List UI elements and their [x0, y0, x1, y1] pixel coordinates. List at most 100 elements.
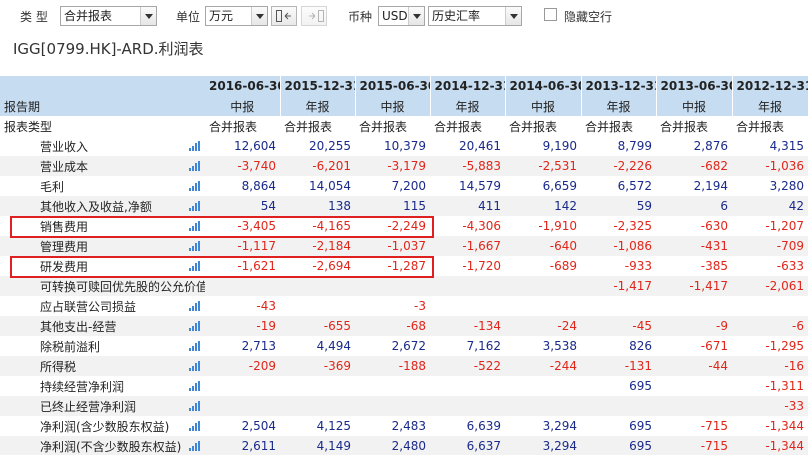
- hide-empty-checkbox[interactable]: [544, 8, 557, 21]
- expand-columns-button[interactable]: [301, 6, 327, 26]
- table-cell: 3,294: [505, 416, 581, 436]
- period-date[interactable]: 2012-12-31: [732, 76, 808, 96]
- period-type: 中报: [355, 96, 431, 116]
- table-row: 毛利 8,864 14,054 7,200 14,579 6,659 6,572 2,194 3…: [0, 176, 808, 196]
- row-label: 可转换可赎回优先股的公允价值: [0, 276, 205, 296]
- table-cell: -385: [656, 256, 732, 276]
- mini-chart-icon[interactable]: [189, 421, 200, 431]
- period-date[interactable]: 2015-12-31: [280, 76, 356, 96]
- table-row: 持续经营净利润 695 -1,311: [0, 376, 808, 396]
- table-cell: [505, 276, 581, 296]
- table-cell: -1,621: [205, 256, 280, 276]
- mini-chart-icon[interactable]: [189, 221, 200, 231]
- table-row: 应占联营公司损益 -43 -3: [0, 296, 808, 316]
- rate-select[interactable]: 历史汇率: [428, 6, 522, 26]
- page-title: IGG[0799.HK]-ARD.利润表: [13, 40, 204, 58]
- table-cell: -671: [656, 336, 732, 356]
- period-date[interactable]: 2014-06-30: [505, 76, 582, 96]
- table-cell: 59: [581, 196, 656, 216]
- table-cell: -16: [732, 356, 808, 376]
- table-cell: -134: [430, 316, 505, 336]
- mini-chart-icon[interactable]: [189, 381, 200, 391]
- period-date[interactable]: 2016-06-30: [205, 76, 281, 96]
- mini-chart-icon[interactable]: [189, 201, 200, 211]
- type-select[interactable]: 合并报表: [60, 6, 157, 26]
- period-date[interactable]: 2015-06-30: [355, 76, 431, 96]
- table-cell: 3,280: [732, 176, 808, 196]
- period-type: 年报: [581, 96, 657, 116]
- mini-chart-icon[interactable]: [189, 161, 200, 171]
- row-label: 其他支出-经营: [0, 316, 205, 336]
- table-row: 除税前溢利 2,713 4,494 2,672 7,162 3,538 826 -671 -1,…: [0, 336, 808, 356]
- mini-chart-icon[interactable]: [189, 401, 200, 411]
- row-label-text: 其他收入及收益,净额: [40, 199, 152, 214]
- table-cell: 6,639: [430, 416, 505, 436]
- table-cell: -1,910: [505, 216, 581, 236]
- table-cell: [355, 276, 430, 296]
- row-label-text: 已终止经营净利润: [40, 399, 137, 414]
- unit-select-value: 万元: [209, 9, 234, 23]
- mini-chart-icon[interactable]: [189, 261, 200, 271]
- table-cell: [656, 296, 732, 316]
- shrink-columns-icon: [276, 10, 291, 22]
- table-cell: 7,162: [430, 336, 505, 356]
- row-label: 净利润(不含少数股东权益): [0, 436, 205, 455]
- row-label: 研发费用: [0, 256, 205, 276]
- table-cell: -3,179: [355, 156, 430, 176]
- table-cell: -2,249: [355, 216, 430, 236]
- period-type: 中报: [205, 96, 281, 116]
- row-label-text: 净利润(不含少数股东权益): [40, 439, 182, 454]
- mini-chart-icon[interactable]: [189, 341, 200, 351]
- table-row: 净利润(不含少数股东权益) 2,611 4,149 2,480 6,637 3,294 69…: [0, 436, 808, 455]
- table-cell: -131: [581, 356, 656, 376]
- row-label-text: 净利润(含少数股东权益): [40, 419, 170, 434]
- table-row: 已终止经营净利润 -33: [0, 396, 808, 416]
- table-cell: -4,165: [280, 216, 355, 236]
- table-cell: 12,604: [205, 136, 280, 156]
- income-statement-table: 2016-06-30 2015-12-31 2015-06-30 2014-12-31…: [0, 76, 808, 455]
- mini-chart-icon[interactable]: [189, 181, 200, 191]
- mini-chart-icon[interactable]: [189, 301, 200, 311]
- table-cell: -1,344: [732, 416, 808, 436]
- mini-chart-icon[interactable]: [189, 141, 200, 151]
- row-label: 销售费用: [0, 216, 205, 236]
- table-cell: 7,200: [355, 176, 430, 196]
- table-cell: 20,255: [280, 136, 355, 156]
- table-cell: 2,194: [656, 176, 732, 196]
- row-label-text: 销售费用: [40, 219, 89, 234]
- period-date[interactable]: 2013-12-31: [581, 76, 657, 96]
- table-cell: -715: [656, 436, 732, 455]
- table-cell: -633: [732, 256, 808, 276]
- table-cell: 14,054: [280, 176, 355, 196]
- table-cell: [205, 396, 280, 416]
- table-cell: -2,325: [581, 216, 656, 236]
- table-cell: -2,184: [280, 236, 355, 256]
- mini-chart-icon[interactable]: [189, 321, 200, 331]
- table-cell: -689: [505, 256, 581, 276]
- period-date[interactable]: 2013-06-30: [656, 76, 733, 96]
- statement-type-row: 报表类型 合并报表 合并报表 合并报表 合并报表 合并报表 合并报表 合并报表 合并报表: [0, 116, 808, 136]
- table-cell: -44: [656, 356, 732, 376]
- table-cell: -3,405: [205, 216, 280, 236]
- period-type: 年报: [732, 96, 808, 116]
- shrink-columns-button[interactable]: [271, 6, 297, 26]
- table-cell: [656, 396, 732, 416]
- row-label: 已终止经营净利润: [0, 396, 205, 416]
- mini-chart-icon[interactable]: [189, 361, 200, 371]
- table-cell: -6,201: [280, 156, 355, 176]
- table-cell: -1,295: [732, 336, 808, 356]
- table-cell: 695: [581, 436, 656, 455]
- period-date[interactable]: 2014-12-31: [430, 76, 506, 96]
- mini-chart-icon[interactable]: [189, 241, 200, 251]
- report-period-label: 报告期: [0, 96, 205, 116]
- unit-select[interactable]: 万元: [205, 6, 268, 26]
- table-cell: -630: [656, 216, 732, 236]
- row-label-text: 管理费用: [40, 239, 89, 254]
- table-cell: -19: [205, 316, 280, 336]
- table-cell: 6,637: [430, 436, 505, 455]
- mini-chart-icon[interactable]: [189, 441, 200, 451]
- row-label-text: 其他支出-经营: [40, 319, 117, 334]
- currency-select[interactable]: USD: [378, 6, 425, 26]
- table-cell: 138: [280, 196, 355, 216]
- chevron-down-icon: [505, 7, 521, 25]
